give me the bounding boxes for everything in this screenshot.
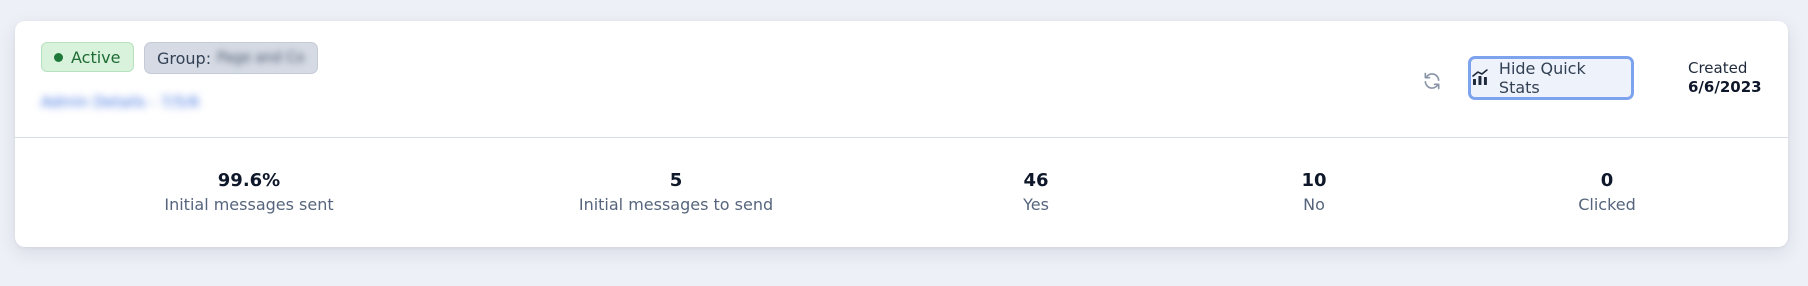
stat-value: 46 — [1023, 170, 1049, 191]
stat-label: No — [1303, 195, 1325, 214]
group-name: Page and Co — [217, 50, 305, 66]
hide-quick-stats-label: Hide Quick Stats — [1498, 59, 1586, 97]
refresh-icon — [1424, 72, 1440, 90]
stat-label: Clicked — [1578, 195, 1636, 214]
refresh-button[interactable] — [1419, 68, 1445, 94]
bar-chart-icon — [1472, 69, 1488, 85]
campaign-sub-link[interactable]: Admin Details - 7/5/6 — [41, 93, 199, 111]
stat-label: Initial messages to send — [578, 195, 774, 214]
stat-label: Yes — [1023, 195, 1049, 214]
hide-quick-stats-button[interactable]: Hide Quick Stats — [1468, 56, 1634, 100]
created-date: 6/6/2023 — [1688, 78, 1762, 96]
campaign-header: Active Group: Page and Co Admin Details … — [15, 21, 1788, 138]
stat-label: Initial messages sent — [164, 195, 334, 214]
status-dot-icon — [54, 52, 63, 62]
stat-value: 5 — [669, 170, 683, 191]
stat-initial-to-send: 5 Initial messages to send — [579, 170, 773, 218]
created-label: Created — [1688, 59, 1748, 77]
stat-value: 99.6% — [217, 170, 281, 191]
status-badge: Active — [41, 42, 134, 72]
campaign-card: Active Group: Page and Co Admin Details … — [15, 21, 1788, 247]
stat-yes: 46 Yes — [1023, 170, 1049, 218]
stat-value: 10 — [1301, 170, 1327, 191]
quick-stats: 99.6% Initial messages sent 5 Initial me… — [15, 138, 1788, 247]
stat-no: 10 No — [1301, 170, 1326, 218]
stat-initial-sent: 99.6% Initial messages sent — [164, 170, 333, 218]
stat-clicked: 0 Clicked — [1578, 170, 1636, 218]
stat-value: 0 — [1600, 170, 1614, 191]
group-label: Group: — [157, 48, 212, 68]
group-badge[interactable]: Group: Page and Co — [144, 42, 318, 74]
created-info: Created 6/6/2023 — [1688, 59, 1762, 97]
status-label: Active — [71, 47, 121, 67]
